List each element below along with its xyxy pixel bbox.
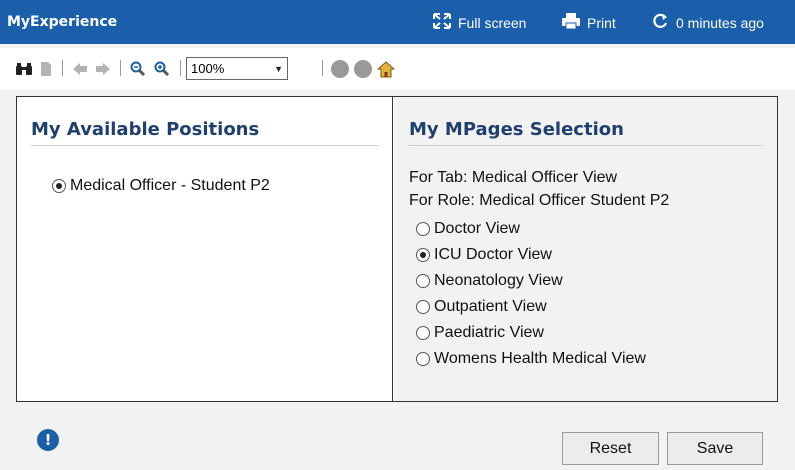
- stop-icon[interactable]: [330, 59, 350, 79]
- info-icon[interactable]: !: [37, 429, 59, 451]
- selection-panel: My Available Positions Medical Officer -…: [16, 96, 778, 402]
- chevron-down-icon: ▼: [274, 63, 283, 74]
- toolbar-separator: [62, 60, 63, 76]
- toolbar-separator: [180, 60, 181, 76]
- view-option-paediatric[interactable]: Paediatric View: [416, 324, 544, 342]
- position-label: Medical Officer - Student P2: [70, 177, 270, 194]
- view-label: Outpatient View: [434, 298, 547, 315]
- print-button[interactable]: Print: [561, 12, 616, 33]
- zoom-in-icon[interactable]: [152, 59, 172, 79]
- view-label: Paediatric View: [434, 324, 544, 341]
- toolbar-separator: [120, 60, 121, 76]
- view-label: ICU Doctor View: [434, 246, 552, 263]
- zoom-value: 100%: [191, 61, 225, 76]
- view-option-icu-doctor[interactable]: ICU Doctor View: [416, 246, 552, 264]
- view-option-doctor[interactable]: Doctor View: [416, 220, 520, 238]
- forward-icon[interactable]: [93, 59, 113, 79]
- view-option-womens-health[interactable]: Womens Health Medical View: [416, 350, 646, 368]
- view-label: Womens Health Medical View: [434, 350, 646, 367]
- view-option-neonatology[interactable]: Neonatology View: [416, 272, 563, 290]
- home-icon[interactable]: [376, 59, 396, 79]
- for-tab-text: For Tab: Medical Officer View: [409, 169, 618, 186]
- binoculars-icon[interactable]: [14, 59, 34, 79]
- radio-button[interactable]: [416, 352, 430, 366]
- radio-button[interactable]: [416, 222, 430, 236]
- radio-selected[interactable]: [52, 179, 66, 193]
- print-label: Print: [587, 14, 616, 31]
- fullscreen-icon: [432, 12, 458, 33]
- zoom-select[interactable]: 100% ▼: [186, 57, 288, 80]
- printer-icon: [561, 12, 587, 33]
- radio-button[interactable]: [416, 300, 430, 314]
- title-bar: MyExperience Full screen Print 0 minutes…: [0, 0, 795, 44]
- refresh-label: 0 minutes ago: [676, 14, 764, 31]
- fullscreen-button[interactable]: Full screen: [432, 12, 526, 33]
- toolbar-separator: [322, 60, 323, 76]
- position-option[interactable]: Medical Officer - Student P2: [52, 177, 270, 195]
- radio-button[interactable]: [416, 274, 430, 288]
- mpages-title: My MPages Selection: [409, 119, 624, 140]
- refresh-icon: [650, 12, 676, 33]
- positions-title: My Available Positions: [31, 119, 260, 140]
- zoom-out-icon[interactable]: [128, 59, 148, 79]
- app-title: MyExperience: [7, 14, 118, 30]
- divider: [31, 145, 379, 146]
- page-icon[interactable]: [36, 59, 56, 79]
- radio-button[interactable]: [416, 326, 430, 340]
- available-positions-pane: My Available Positions Medical Officer -…: [17, 97, 393, 401]
- refresh-status[interactable]: 0 minutes ago: [650, 12, 764, 33]
- toolbar: 100% ▼: [0, 48, 795, 90]
- reset-button[interactable]: Reset: [562, 432, 659, 465]
- view-label: Neonatology View: [434, 272, 563, 289]
- view-option-outpatient[interactable]: Outpatient View: [416, 298, 547, 316]
- refresh-page-icon[interactable]: [353, 59, 373, 79]
- mpages-selection-pane: My MPages Selection For Tab: Medical Off…: [394, 97, 777, 401]
- radio-selected[interactable]: [416, 248, 430, 262]
- for-role-text: For Role: Medical Officer Student P2: [409, 192, 670, 209]
- back-icon[interactable]: [70, 59, 90, 79]
- fullscreen-label: Full screen: [458, 14, 527, 31]
- view-label: Doctor View: [434, 220, 520, 237]
- save-button[interactable]: Save: [667, 432, 763, 465]
- divider: [409, 145, 763, 146]
